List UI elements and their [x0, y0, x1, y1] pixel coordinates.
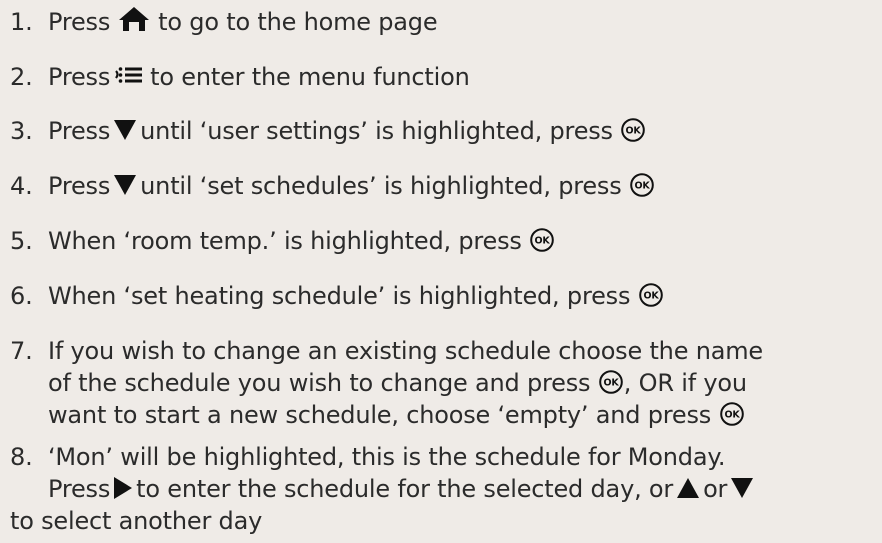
ok-label: OK	[643, 291, 659, 302]
ok-label: OK	[724, 410, 740, 421]
down-arrow-icon	[113, 119, 137, 141]
step-text: Press	[48, 8, 111, 36]
step-text: Press	[48, 172, 111, 200]
step-line: of the schedule you wish to change and p…	[10, 367, 875, 399]
step-line: 7. If you wish to change an existing sche…	[10, 335, 875, 367]
step-5: 5. When ‘room temp.’ is highlighted, pres…	[10, 225, 875, 257]
step-text: to go to the home page	[158, 8, 438, 36]
step-1: 1. Press to go to the home page	[10, 6, 875, 38]
step-4: 4. Press until ‘set schedules’ is highligh…	[10, 170, 875, 202]
step-text: When ‘room temp.’ is highlighted, press	[48, 227, 522, 255]
step-line: 8. ‘Mon’ will be highlighted, this is the…	[10, 441, 875, 473]
down-arrow-icon	[113, 174, 137, 196]
step-number: 5.	[10, 227, 33, 255]
step-text: to select another day	[10, 507, 263, 535]
ok-button-icon: OK	[598, 370, 623, 394]
menu-icon	[114, 66, 144, 84]
step-number: 3.	[10, 117, 33, 145]
home-icon	[118, 6, 150, 32]
step-text: Press	[48, 475, 111, 503]
step-text: ‘Mon’ will be highlighted, this is the s…	[48, 443, 726, 471]
step-3: 3. Press until ‘user settings’ is highligh…	[10, 115, 875, 147]
ok-button-icon: OK	[630, 173, 654, 197]
step-number: 6.	[10, 282, 33, 310]
step-text: When ‘set heating schedule’ is highlight…	[48, 282, 631, 310]
step-number: 7.	[10, 337, 33, 365]
step-text: until ‘user settings’ is highlighted, pr…	[140, 117, 613, 145]
step-number: 1.	[10, 8, 33, 36]
step-6: 6. When ‘set heating schedule’ is highlig…	[10, 280, 875, 312]
step-number: 4.	[10, 172, 33, 200]
step-text: of the schedule you wish to change and p…	[48, 369, 591, 397]
step-number: 8.	[10, 443, 33, 471]
step-line: want to start a new schedule, choose ‘em…	[10, 399, 875, 431]
step-text: want to start a new schedule, choose ‘em…	[48, 401, 712, 429]
ok-label: OK	[626, 126, 642, 137]
step-text: to enter the menu function	[150, 63, 470, 91]
right-arrow-icon	[113, 476, 133, 500]
step-text: until ‘set schedules’ is highlighted, pr…	[140, 172, 622, 200]
instruction-steps: 1. Press to go to the home page 2. Press to …	[0, 0, 882, 543]
step-line: to select another day	[10, 505, 875, 537]
step-text: to enter the schedule for the selected d…	[136, 475, 674, 503]
down-arrow-icon	[730, 477, 754, 499]
ok-button-icon: OK	[621, 118, 646, 142]
ok-button-icon: OK	[719, 402, 744, 426]
step-line: Press to enter the schedule for the selec…	[10, 473, 875, 505]
ok-button-icon: OK	[638, 283, 663, 307]
step-text: or	[703, 475, 728, 503]
step-8: 8. ‘Mon’ will be highlighted, this is the…	[10, 441, 875, 537]
step-2: 2. Press to enter the menu function	[10, 61, 875, 93]
ok-label: OK	[603, 378, 619, 389]
step-text: If you wish to change an existing schedu…	[48, 337, 763, 365]
step-text: , OR if you	[623, 369, 747, 397]
step-7: 7. If you wish to change an existing sche…	[10, 335, 875, 431]
up-arrow-icon	[676, 477, 700, 499]
step-text: Press	[48, 63, 111, 91]
ok-label: OK	[634, 181, 650, 192]
step-number: 2.	[10, 63, 33, 91]
step-text: Press	[48, 117, 111, 145]
ok-label: OK	[535, 236, 551, 247]
ok-button-icon: OK	[530, 228, 554, 252]
